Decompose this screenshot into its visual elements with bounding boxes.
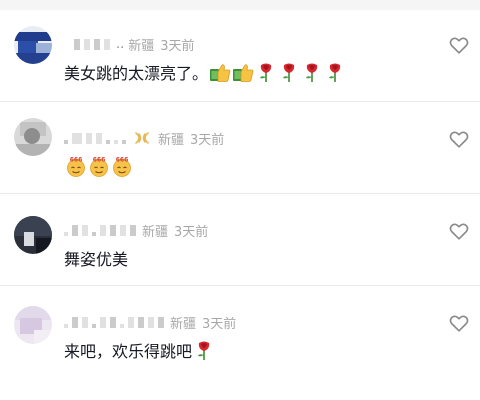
comment-text: 美女跳的太漂亮了。	[64, 60, 346, 84]
username-blurred[interactable]	[64, 224, 136, 236]
comment-item: .. 新疆 3天前 美女跳的太漂亮了。	[0, 10, 480, 102]
location-label: 新疆	[128, 38, 155, 54]
comment-text: 来吧，欢乐得跳吧	[64, 338, 215, 362]
avatar[interactable]	[14, 118, 52, 156]
rose-icon	[198, 341, 210, 360]
svg-text:666: 666	[93, 157, 106, 164]
location-label: 新疆	[170, 316, 197, 332]
time-label: 3天前	[202, 316, 237, 332]
comment-meta: .. 新疆 3天前	[74, 34, 195, 54]
time-label: 3天前	[160, 38, 195, 54]
location-label: 新疆	[142, 224, 169, 240]
thumbs-up-money-icon	[210, 64, 231, 82]
face-666-icon: 666	[67, 157, 85, 177]
username-blurred[interactable]	[64, 132, 126, 144]
comment-meta: 新疆 3天前	[64, 128, 224, 148]
face-666-icon: 666	[90, 157, 108, 177]
comment-text-body: 舞姿优美	[64, 250, 129, 269]
comment-item: 新疆 3天前 来吧，欢乐得跳吧	[0, 286, 480, 378]
fan-badge-icon	[135, 132, 149, 144]
heart-icon[interactable]	[448, 312, 470, 334]
comment-item: 新疆 3天前 舞姿优美	[0, 194, 480, 286]
avatar[interactable]	[14, 216, 52, 254]
rose-icon	[283, 63, 295, 82]
time-label: 3天前	[174, 224, 209, 240]
rose-icon	[260, 63, 272, 82]
username-dots: ..	[116, 36, 125, 52]
top-strip	[0, 0, 480, 10]
rose-icon	[306, 63, 318, 82]
svg-text:666: 666	[70, 157, 83, 164]
comment-text-body: 来吧，欢乐得跳吧	[64, 342, 193, 361]
rose-icon	[329, 63, 341, 82]
heart-icon[interactable]	[448, 34, 470, 56]
svg-text:666: 666	[116, 157, 129, 164]
face-666-icon: 666	[113, 157, 131, 177]
avatar[interactable]	[14, 306, 52, 344]
comment-text: 666 666 666	[64, 154, 133, 178]
thumbs-up-money-icon	[233, 64, 254, 82]
comment-meta: 新疆 3天前	[64, 312, 236, 332]
comment-item: 新疆 3天前 666 666 666	[0, 102, 480, 194]
comment-text: 舞姿优美	[64, 246, 128, 270]
comment-list: .. 新疆 3天前 美女跳的太漂亮了。 新疆 3天前 666 666 666 新…	[0, 10, 480, 378]
location-label: 新疆	[158, 132, 185, 148]
username-blurred[interactable]	[74, 38, 110, 50]
username-blurred[interactable]	[64, 316, 164, 328]
heart-icon[interactable]	[448, 128, 470, 150]
comment-text-body: 美女跳的太漂亮了。	[64, 64, 209, 83]
avatar[interactable]	[14, 26, 52, 64]
heart-icon[interactable]	[448, 220, 470, 242]
time-label: 3天前	[190, 132, 225, 148]
comment-meta: 新疆 3天前	[64, 220, 208, 240]
